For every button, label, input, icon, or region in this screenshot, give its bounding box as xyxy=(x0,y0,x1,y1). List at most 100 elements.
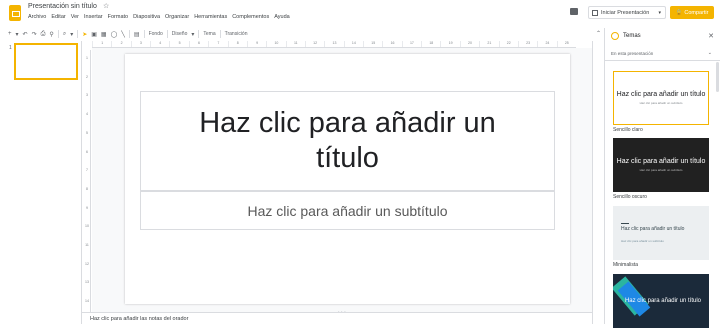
theme-label: Sencillo claro xyxy=(613,127,643,133)
star-icon[interactable]: ☆ xyxy=(103,2,109,10)
ruler-tick-label: 5 xyxy=(86,130,88,135)
image-icon[interactable]: ▦ xyxy=(101,31,107,38)
theme-title-text: Haz clic para añadir un título xyxy=(616,91,706,99)
theme-button[interactable]: Tema xyxy=(203,31,215,37)
zoom-icon[interactable]: ⌕ xyxy=(63,31,66,38)
menu-ayuda[interactable]: Ayuda xyxy=(274,14,290,20)
line-icon[interactable]: ╲ xyxy=(121,31,125,38)
theme-title-text: Haz clic para añadir un título xyxy=(621,226,685,233)
ruler-tick-label: 23 xyxy=(517,41,537,47)
divider xyxy=(605,60,720,61)
ruler-tick-label: 4 xyxy=(150,41,169,47)
theme-simple-dark[interactable]: Haz clic para añadir un título Haz clic … xyxy=(613,138,709,192)
add-slide-icon[interactable]: + xyxy=(8,31,12,37)
chevron-up-icon[interactable]: ⌃ xyxy=(596,30,601,37)
chevron-down-icon[interactable]: ⌄ xyxy=(708,50,712,56)
ruler-tick-label: 19 xyxy=(440,41,459,47)
menu-ver[interactable]: Ver xyxy=(71,14,79,20)
theme-subtitle-text: Haz clic para añadir un subtítulo xyxy=(639,100,683,105)
ruler-tick-label: 14 xyxy=(343,41,363,47)
theme-title-text: Haz clic para añadir un título xyxy=(616,158,706,166)
toolbar-divider xyxy=(166,30,168,38)
ruler-tick-label: 22 xyxy=(498,41,518,47)
ruler-tick-label: 12 xyxy=(85,261,89,266)
chevron-down-icon[interactable]: ▾ xyxy=(658,10,661,16)
shape-icon[interactable]: ◯ xyxy=(111,31,118,38)
menu-bar: Archivo Editar Ver Insertar Formato Diap… xyxy=(28,14,290,20)
text-box-icon[interactable]: ▣ xyxy=(91,31,97,38)
ruler-vertical[interactable]: 1 2 3 4 5 6 7 8 9 10 11 12 13 14 xyxy=(84,50,91,312)
menu-insertar[interactable]: Insertar xyxy=(84,14,103,20)
vertical-scrollbar[interactable] xyxy=(592,41,604,324)
menu-editar[interactable]: Editar xyxy=(51,14,65,20)
comment-add-icon[interactable]: ▤ xyxy=(134,31,140,38)
ruler-tick-label: 10 xyxy=(85,224,89,229)
ruler-tick-label: 9 xyxy=(86,205,88,210)
layout-button[interactable]: Diseño xyxy=(172,31,188,37)
themes-section-dropdown[interactable]: En esta presentación xyxy=(611,51,653,56)
lock-icon: 🔒 xyxy=(675,9,683,16)
ruler-tick-label: 21 xyxy=(479,41,498,47)
menu-formato[interactable]: Formato xyxy=(108,14,128,20)
slide[interactable]: Haz clic para añadir un título Haz clic … xyxy=(125,54,570,304)
theme-label: Minimalista xyxy=(613,262,639,268)
chevron-down-icon[interactable]: ▾ xyxy=(16,31,19,38)
ruler-tick-label: 13 xyxy=(324,41,343,47)
ruler-tick-label: 7 xyxy=(208,41,227,47)
close-icon[interactable]: ✕ xyxy=(708,32,714,40)
title-placeholder[interactable]: Haz clic para añadir un título xyxy=(140,91,555,191)
toolbar-divider xyxy=(77,30,79,38)
ruler-tick-label: 15 xyxy=(363,41,382,47)
chevron-down-icon[interactable]: ▾ xyxy=(70,31,73,38)
chevron-down-icon[interactable]: ▾ xyxy=(191,31,194,38)
ruler-tick-label: 18 xyxy=(421,41,440,47)
menu-organizar[interactable]: Organizar xyxy=(165,14,189,20)
menu-herramientas[interactable]: Herramientas xyxy=(194,14,227,20)
ruler-tick-label: 10 xyxy=(266,41,285,47)
ruler-tick-label: 1 xyxy=(86,56,88,60)
slide-thumbnail[interactable] xyxy=(15,44,77,79)
menu-complementos[interactable]: Complementos xyxy=(232,14,269,20)
background-button[interactable]: Fondo xyxy=(149,31,163,37)
ruler-tick-label: 14 xyxy=(85,299,89,304)
top-bar: Presentación sin título ☆ Archivo Editar… xyxy=(0,0,720,26)
ruler-tick-label: 6 xyxy=(188,41,208,47)
ruler-tick-label: 3 xyxy=(130,41,150,47)
present-button[interactable]: Iniciar Presentación ▾ xyxy=(588,6,666,19)
ruler-tick-label: 11 xyxy=(285,41,305,47)
ruler-tick-label: 16 xyxy=(382,41,401,47)
ruler-horizontal[interactable]: 1 2 3 4 5 6 7 8 9 10 11 12 13 14 15 16 17 18 19 20 21 22 23 24 2… xyxy=(92,41,576,48)
theme-minimal[interactable]: Haz clic para añadir un título Haz clic … xyxy=(613,206,709,260)
ruler-tick-label: 20 xyxy=(459,41,479,47)
comments-icon[interactable] xyxy=(570,8,578,15)
toolbar-divider xyxy=(143,30,145,38)
document-title[interactable]: Presentación sin título xyxy=(28,3,97,10)
panel-scrollbar[interactable] xyxy=(716,62,719,92)
ruler-tick-label: 24 xyxy=(537,41,556,47)
undo-icon[interactable]: ↶ xyxy=(23,31,28,38)
share-button[interactable]: 🔒 Compartir xyxy=(670,6,714,19)
menu-archivo[interactable]: Archivo xyxy=(28,14,46,20)
speaker-notes[interactable]: Haz clic para añadir las notas del orado… xyxy=(82,312,592,324)
transition-button[interactable]: Transición xyxy=(225,31,248,37)
slides-logo-icon[interactable] xyxy=(9,5,21,21)
ruler-tick-label: 4 xyxy=(86,112,88,117)
ruler-tick-label: 12 xyxy=(304,41,324,47)
ruler-tick-label: 2 xyxy=(86,74,88,79)
share-button-label: Compartir xyxy=(684,9,709,16)
slide-canvas: Haz clic para añadir un título Haz clic … xyxy=(92,48,592,312)
menu-diapositiva[interactable]: Diapositiva xyxy=(133,14,160,20)
select-cursor-icon[interactable]: ➤ xyxy=(82,31,87,38)
themes-panel-title: Temas xyxy=(623,33,641,39)
paint-format-icon[interactable]: ⚲ xyxy=(49,31,53,38)
subtitle-placeholder[interactable]: Haz clic para añadir un subtítulo xyxy=(140,191,555,230)
redo-icon[interactable]: ↷ xyxy=(32,31,37,38)
theme-label: Sencillo oscuro xyxy=(613,194,647,200)
ruler-tick-label: 17 xyxy=(401,41,421,47)
theme-dark-shapes[interactable]: Haz clic para añadir un título xyxy=(613,274,709,328)
decorative-bar xyxy=(621,223,629,225)
toolbar-divider xyxy=(57,30,59,38)
print-icon[interactable]: ⎙ xyxy=(41,31,46,38)
ruler-tick-label: 2 xyxy=(111,41,130,47)
theme-current[interactable]: Haz clic para añadir un título Haz clic … xyxy=(613,71,709,125)
